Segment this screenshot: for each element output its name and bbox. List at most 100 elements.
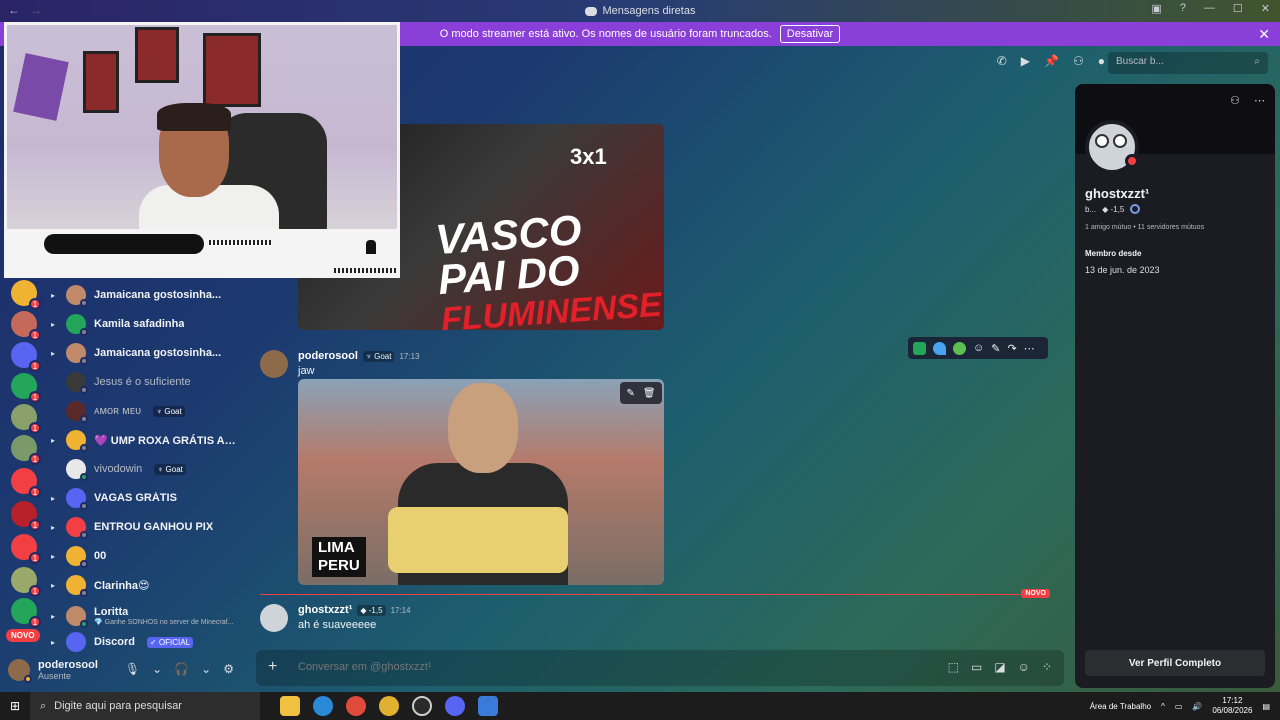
chrome-icon[interactable]: [346, 696, 366, 716]
message-author[interactable]: poderosool: [298, 350, 358, 362]
obs-icon[interactable]: [412, 696, 432, 716]
server-icon[interactable]: 1: [11, 567, 41, 597]
video-thumbnail-lima[interactable]: LIMA PERU: [298, 379, 664, 585]
app-icon[interactable]: [478, 696, 498, 716]
forward-icon[interactable]: ↷: [1007, 342, 1016, 355]
chrome-alt-icon[interactable]: [379, 696, 399, 716]
close-window-icon[interactable]: ✕: [1261, 2, 1270, 15]
discord-icon[interactable]: [445, 696, 465, 716]
webcam-frame: [203, 33, 261, 107]
microphone-icon[interactable]: 🎙: [125, 662, 140, 676]
edge-icon[interactable]: [313, 696, 333, 716]
list-item[interactable]: ᴀᴍᴏʀ ᴍᴇᴜ ♆ Goat: [48, 398, 248, 424]
add-friend-icon[interactable]: ⚇: [1230, 94, 1240, 107]
list-item[interactable]: ▸ 💜 UMP ROXA GRÁTIS AQUI: [48, 427, 248, 453]
list-item[interactable]: ▸ VAGAS GRÁTIS: [48, 485, 248, 511]
disable-streamer-button[interactable]: Desativar: [779, 25, 841, 43]
view-full-profile-button[interactable]: Ver Perfil Completo: [1085, 650, 1265, 676]
emoji-icon[interactable]: ☺: [1018, 660, 1030, 674]
avatar: [66, 606, 88, 628]
attach-plus-icon[interactable]: +: [268, 658, 277, 676]
server-icon[interactable]: 1: [11, 534, 41, 564]
list-item[interactable]: ▸ ENTROU GANHOU PIX: [48, 514, 248, 540]
more-icon[interactable]: ⋯: [1024, 342, 1035, 355]
chevron-down-icon[interactable]: ⌄: [152, 662, 162, 676]
search-icon: ⌕: [40, 699, 47, 712]
sticker-icon[interactable]: ◪: [994, 660, 1005, 674]
list-item[interactable]: ▸ Loritta 💎 Ganhe SONHOS no server de Mi…: [48, 601, 248, 631]
help-icon[interactable]: ?: [1180, 2, 1186, 15]
avatar[interactable]: [260, 604, 288, 632]
message-text: ah é suaveeeee: [298, 619, 377, 631]
webcam-frame: [83, 51, 119, 113]
search-input[interactable]: Buscar b... ⌕: [1108, 52, 1268, 74]
dm-name: Jamaicana gostosinha...: [94, 347, 222, 359]
add-reaction-icon[interactable]: ☺: [973, 342, 984, 354]
list-item[interactable]: ▸ Jamaicana gostosinha...: [48, 340, 248, 366]
add-friends-icon[interactable]: ⚇: [1073, 54, 1084, 68]
chevron-down-icon[interactable]: ⌄: [201, 662, 211, 676]
profile-badge: ◆ -1,5: [1102, 204, 1125, 214]
close-banner-icon[interactable]: ✕: [1258, 26, 1270, 43]
list-item[interactable]: Jesus é o suficiente: [48, 369, 248, 395]
server-icon[interactable]: 1: [11, 342, 41, 372]
user-status: Ausente: [38, 671, 72, 681]
mutual-servers[interactable]: 11 servidores mútuos: [1138, 224, 1204, 231]
profile-toggle-icon[interactable]: ●: [1098, 54, 1105, 68]
desktop-label[interactable]: Área de Trabalho: [1090, 702, 1151, 711]
check-reaction-icon[interactable]: [913, 341, 926, 355]
delete-attachment-icon[interactable]: 🗑: [643, 388, 656, 399]
inbox-icon[interactable]: ▣: [1151, 2, 1161, 15]
call-icon[interactable]: ✆: [997, 54, 1007, 68]
user-name[interactable]: poderosool: [38, 659, 98, 671]
message-input[interactable]: [298, 661, 898, 673]
edit-icon[interactable]: ✎: [991, 342, 1000, 355]
thumbnail-score: 3x1: [570, 144, 607, 169]
server-icon[interactable]: 1: [11, 501, 41, 531]
server-icon[interactable]: 1: [11, 280, 41, 310]
unread-indicator: ▸: [50, 611, 55, 621]
pin-icon[interactable]: 📌: [1044, 54, 1059, 68]
list-item[interactable]: ▸ Clarinha😍: [48, 572, 248, 598]
list-item[interactable]: ▸ 00: [48, 543, 248, 569]
circle-reaction-icon[interactable]: [953, 341, 966, 355]
gift-icon[interactable]: ⬚: [948, 660, 959, 674]
forward-icon[interactable]: →: [30, 3, 42, 17]
video-call-icon[interactable]: ▶: [1021, 54, 1030, 68]
server-icon[interactable]: 1: [11, 311, 41, 341]
volume-icon[interactable]: 🔊: [1192, 702, 1202, 711]
server-icon[interactable]: 1: [11, 468, 41, 498]
avatar[interactable]: [8, 659, 32, 683]
tray-chevron-icon[interactable]: ^: [1161, 702, 1165, 711]
notifications-icon[interactable]: ▤: [1262, 702, 1270, 711]
apps-icon[interactable]: ⁘: [1042, 660, 1052, 674]
gif-icon[interactable]: ▭: [971, 660, 982, 674]
message-author[interactable]: ghostxzzt¹: [298, 604, 352, 616]
list-item[interactable]: vivodowin ♆ Goat: [48, 456, 248, 482]
windows-start-icon[interactable]: ⊞: [0, 692, 30, 720]
minimize-icon[interactable]: —: [1204, 2, 1215, 15]
list-item[interactable]: ▸ Kamila safadinha: [48, 311, 248, 337]
server-icon[interactable]: 1: [11, 404, 41, 434]
server-icon[interactable]: 1: [11, 598, 41, 628]
taskbar-search[interactable]: ⌕ Digite aqui para pesquisar: [30, 692, 260, 720]
more-icon[interactable]: ⋯: [1254, 94, 1265, 107]
server-icon[interactable]: 1: [11, 373, 41, 403]
settings-gear-icon[interactable]: ⚙: [223, 662, 234, 676]
maximize-icon[interactable]: ☐: [1233, 2, 1243, 15]
server-icon[interactable]: 1: [11, 435, 41, 465]
list-item[interactable]: ▸ Jamaicana gostosinha...: [48, 282, 248, 308]
avatar[interactable]: [260, 350, 288, 378]
edit-attachment-icon[interactable]: ✎: [626, 388, 634, 399]
dm-name: VAGAS GRÁTIS: [94, 492, 177, 504]
headphones-icon[interactable]: 🎧: [174, 662, 189, 676]
mutual-friends[interactable]: 1 amigo mútuo: [1085, 224, 1131, 231]
profile-avatar[interactable]: [1085, 120, 1139, 174]
network-icon[interactable]: ▭: [1175, 702, 1183, 711]
webcam-person-hair: [157, 103, 231, 131]
heart-reaction-icon[interactable]: [933, 341, 946, 355]
back-icon[interactable]: ←: [8, 3, 20, 17]
label-line1: LIMA: [318, 539, 355, 556]
file-explorer-icon[interactable]: [280, 696, 300, 716]
clock[interactable]: 17:12 06/08/2026: [1212, 696, 1252, 716]
